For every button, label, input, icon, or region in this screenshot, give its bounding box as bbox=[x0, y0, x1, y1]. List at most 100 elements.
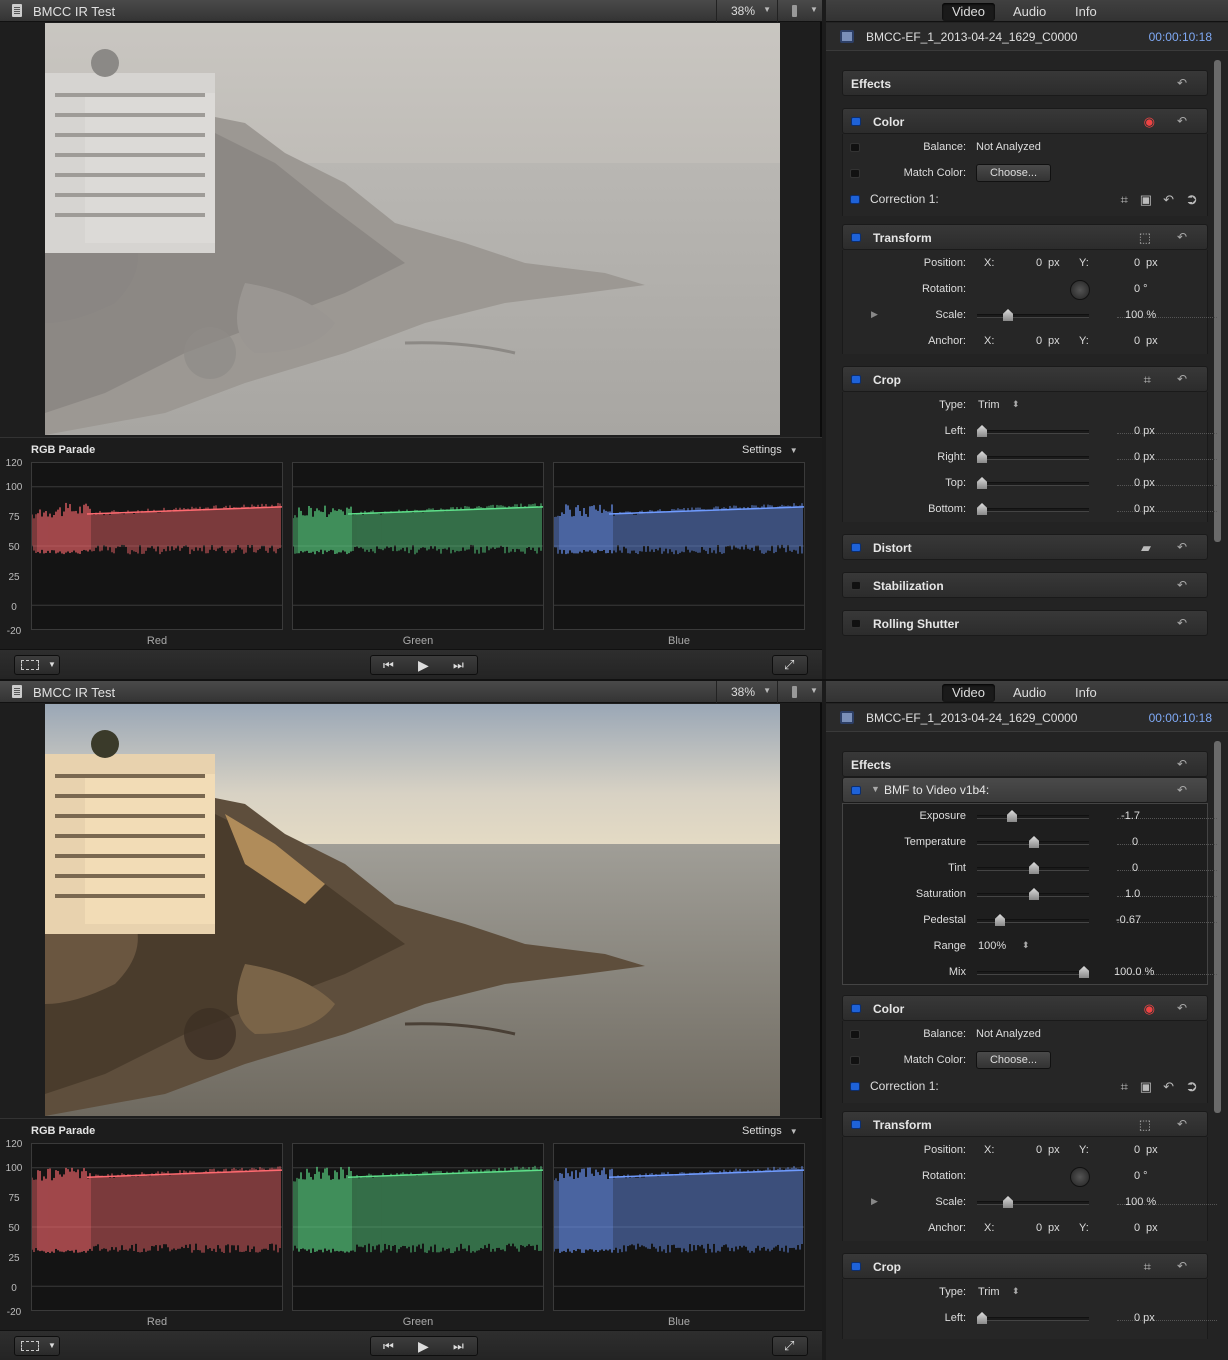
y-value[interactable]: 0 bbox=[1134, 1144, 1140, 1156]
tint-slider[interactable] bbox=[977, 862, 1217, 874]
crop-onscreen-icon[interactable]: ⌗ bbox=[1144, 372, 1151, 388]
slider-thumb[interactable] bbox=[1029, 836, 1039, 848]
slider-thumb[interactable] bbox=[1003, 1196, 1013, 1208]
shape-mask-icon[interactable]: ▣ bbox=[1140, 1079, 1152, 1095]
slider-thumb[interactable] bbox=[1029, 888, 1039, 900]
saturation-value[interactable]: 1.0 bbox=[1125, 888, 1140, 900]
reset-icon[interactable]: ↶ bbox=[1177, 1259, 1187, 1273]
crop-top-value[interactable]: 0 px bbox=[1134, 477, 1155, 489]
type-popup[interactable]: Trim bbox=[978, 1286, 1000, 1298]
slider-thumb[interactable] bbox=[977, 425, 987, 437]
stepper-icon[interactable]: ⬍ bbox=[1012, 1286, 1020, 1297]
rotation-dial[interactable] bbox=[1070, 1167, 1090, 1187]
crop-bottom-value[interactable]: 0 px bbox=[1134, 503, 1155, 515]
balance-checkbox[interactable] bbox=[850, 1030, 860, 1039]
y-value[interactable]: 0 bbox=[1134, 335, 1140, 347]
rotation-value[interactable]: 0 ° bbox=[1134, 1170, 1148, 1182]
choose-button[interactable]: Choose... bbox=[976, 164, 1051, 182]
color-board-icon[interactable]: ◉ bbox=[1144, 114, 1155, 130]
rotation-value[interactable]: 0 ° bbox=[1134, 283, 1148, 295]
color-board-icon[interactable]: ◉ bbox=[1144, 1001, 1155, 1017]
color-checkbox[interactable] bbox=[851, 1004, 861, 1013]
temperature-value[interactable]: 0 bbox=[1132, 836, 1138, 848]
crop-header[interactable]: Crop ⌗ ↶ bbox=[842, 1253, 1208, 1279]
slider-thumb[interactable] bbox=[1079, 966, 1089, 978]
reset-icon[interactable]: ↶ bbox=[1177, 616, 1187, 630]
distort-onscreen-icon[interactable]: ▰ bbox=[1141, 540, 1151, 556]
crop-right-slider[interactable] bbox=[977, 451, 1217, 463]
color-checkbox[interactable] bbox=[851, 117, 861, 126]
transform-mode-button[interactable]: ▼ bbox=[14, 1336, 60, 1356]
effects-header[interactable]: Effects ↶ bbox=[842, 751, 1208, 777]
rolling-shutter-header[interactable]: Rolling Shutter ↶ bbox=[842, 610, 1208, 636]
pedestal-value[interactable]: -0.67 bbox=[1116, 914, 1141, 926]
distort-checkbox[interactable] bbox=[851, 543, 861, 552]
reset-icon[interactable]: ↶ bbox=[1177, 578, 1187, 592]
slider-thumb[interactable] bbox=[1029, 862, 1039, 874]
stabilization-header[interactable]: Stabilization ↶ bbox=[842, 572, 1208, 598]
zoom-menu[interactable]: 38% ▼ bbox=[716, 681, 778, 703]
slider-thumb[interactable] bbox=[995, 914, 1005, 926]
reset-icon[interactable]: ↶ bbox=[1163, 192, 1174, 208]
crop-left-slider[interactable] bbox=[977, 425, 1217, 437]
mix-slider[interactable] bbox=[977, 966, 1217, 978]
bmf-checkbox[interactable] bbox=[851, 786, 861, 795]
choose-button[interactable]: Choose... bbox=[976, 1051, 1051, 1069]
reset-icon[interactable]: ↶ bbox=[1177, 783, 1187, 797]
effects-header[interactable]: Effects ↶ bbox=[842, 70, 1208, 96]
reset-icon[interactable]: ↶ bbox=[1177, 372, 1187, 386]
crop-onscreen-icon[interactable]: ⌗ bbox=[1144, 1259, 1151, 1275]
correction-checkbox[interactable] bbox=[850, 195, 860, 204]
x-value[interactable]: 0 bbox=[1036, 1144, 1042, 1156]
reset-icon[interactable]: ↶ bbox=[1177, 757, 1187, 771]
match-color-checkbox[interactable] bbox=[850, 1056, 860, 1065]
tab-video[interactable]: Video bbox=[942, 684, 996, 702]
mix-value[interactable]: 100.0 % bbox=[1114, 966, 1154, 978]
stabilization-checkbox[interactable] bbox=[851, 581, 861, 590]
scale-value[interactable]: 100 % bbox=[1125, 1196, 1156, 1208]
previous-frame-icon[interactable]: ⏮ bbox=[383, 658, 394, 673]
go-to-color-board-icon[interactable]: ➲ bbox=[1185, 190, 1198, 208]
tab-info[interactable]: Info bbox=[1075, 4, 1097, 19]
reset-icon[interactable]: ↶ bbox=[1177, 114, 1187, 128]
distort-header[interactable]: Distort ▰ ↶ bbox=[842, 534, 1208, 560]
match-color-checkbox[interactable] bbox=[850, 169, 860, 178]
x-value[interactable]: 0 bbox=[1036, 1222, 1042, 1234]
y-value[interactable]: 0 bbox=[1134, 1222, 1140, 1234]
bmf-header[interactable]: ▼ BMF to Video v1b4: ↶ bbox=[842, 777, 1208, 803]
transform-mode-button[interactable]: ▼ bbox=[14, 655, 60, 675]
saturation-slider[interactable] bbox=[977, 888, 1217, 900]
scale-slider[interactable] bbox=[977, 309, 1217, 321]
crop-left-value[interactable]: 0 px bbox=[1134, 1312, 1155, 1324]
correction-checkbox[interactable] bbox=[850, 1082, 860, 1091]
scrollbar[interactable] bbox=[1214, 60, 1221, 542]
reset-icon[interactable]: ↶ bbox=[1177, 1117, 1187, 1131]
crop-right-value[interactable]: 0 px bbox=[1134, 451, 1155, 463]
transform-header[interactable]: Transform ⬚ ↶ bbox=[842, 1111, 1208, 1137]
stepper-icon[interactable]: ⬍ bbox=[1012, 399, 1020, 410]
slider-thumb[interactable] bbox=[1003, 309, 1013, 321]
previous-frame-icon[interactable]: ⏮ bbox=[383, 1339, 394, 1354]
transform-checkbox[interactable] bbox=[851, 1120, 861, 1129]
exposure-value[interactable]: -1.7 bbox=[1121, 810, 1140, 822]
reset-icon[interactable]: ↶ bbox=[1177, 540, 1187, 554]
slider-thumb[interactable] bbox=[977, 503, 987, 515]
next-frame-icon[interactable]: ⏭ bbox=[453, 658, 464, 673]
scale-slider[interactable] bbox=[977, 1196, 1217, 1208]
scrollbar[interactable] bbox=[1214, 741, 1221, 1113]
reset-icon[interactable]: ↶ bbox=[1163, 1079, 1174, 1095]
tab-audio[interactable]: Audio bbox=[1013, 685, 1046, 700]
crop-bottom-slider[interactable] bbox=[977, 503, 1217, 515]
y-value[interactable]: 0 bbox=[1134, 257, 1140, 269]
crop-checkbox[interactable] bbox=[851, 1262, 861, 1271]
view-options-menu[interactable]: ▼ bbox=[784, 681, 822, 703]
temperature-slider[interactable] bbox=[977, 836, 1217, 848]
disclosure-triangle-icon[interactable]: ▼ bbox=[871, 784, 880, 794]
view-options-menu[interactable]: ▼ bbox=[784, 0, 822, 22]
go-to-color-board-icon[interactable]: ➲ bbox=[1185, 1077, 1198, 1095]
transform-checkbox[interactable] bbox=[851, 233, 861, 242]
slider-thumb[interactable] bbox=[977, 451, 987, 463]
fullscreen-button[interactable]: ⤢ bbox=[772, 1336, 808, 1356]
crop-top-slider[interactable] bbox=[977, 477, 1217, 489]
play-icon[interactable]: ▶ bbox=[418, 657, 429, 674]
